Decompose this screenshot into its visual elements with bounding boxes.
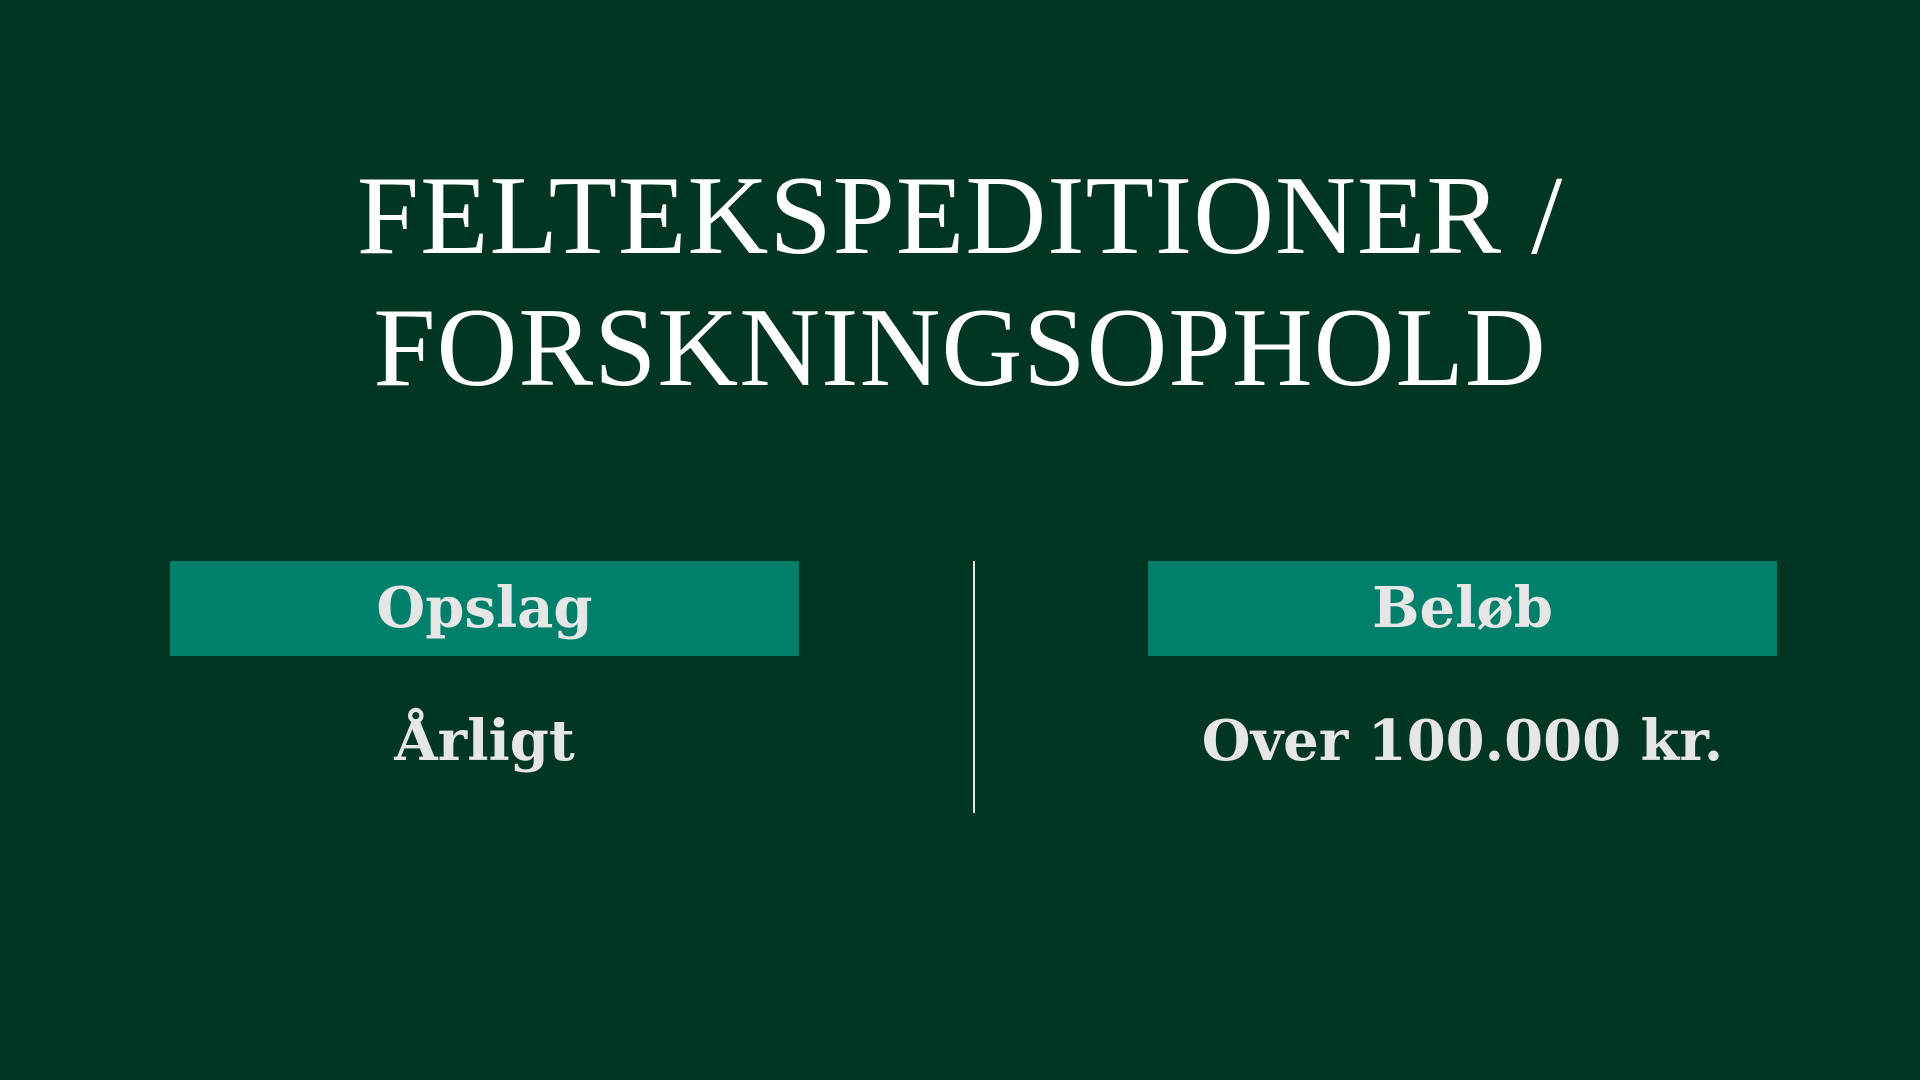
page-title: FELTEKSPEDITIONER / FORSKNINGSOPHOLD	[0, 150, 1920, 414]
opslag-header: Opslag	[170, 561, 799, 656]
title-line-1: FELTEKSPEDITIONER /	[356, 154, 1564, 278]
opslag-value: Årligt	[394, 708, 575, 774]
slide: FELTEKSPEDITIONER / FORSKNINGSOPHOLD Ops…	[0, 0, 1920, 1080]
title-line-2: FORSKNINGSOPHOLD	[373, 286, 1547, 410]
column-divider	[973, 561, 975, 813]
beloeb-header: Beløb	[1148, 561, 1777, 656]
opslag-column: Opslag Årligt	[170, 561, 799, 781]
beloeb-column: Beløb Over 100.000 kr.	[1148, 561, 1777, 781]
beloeb-value: Over 100.000 kr.	[1201, 708, 1724, 774]
